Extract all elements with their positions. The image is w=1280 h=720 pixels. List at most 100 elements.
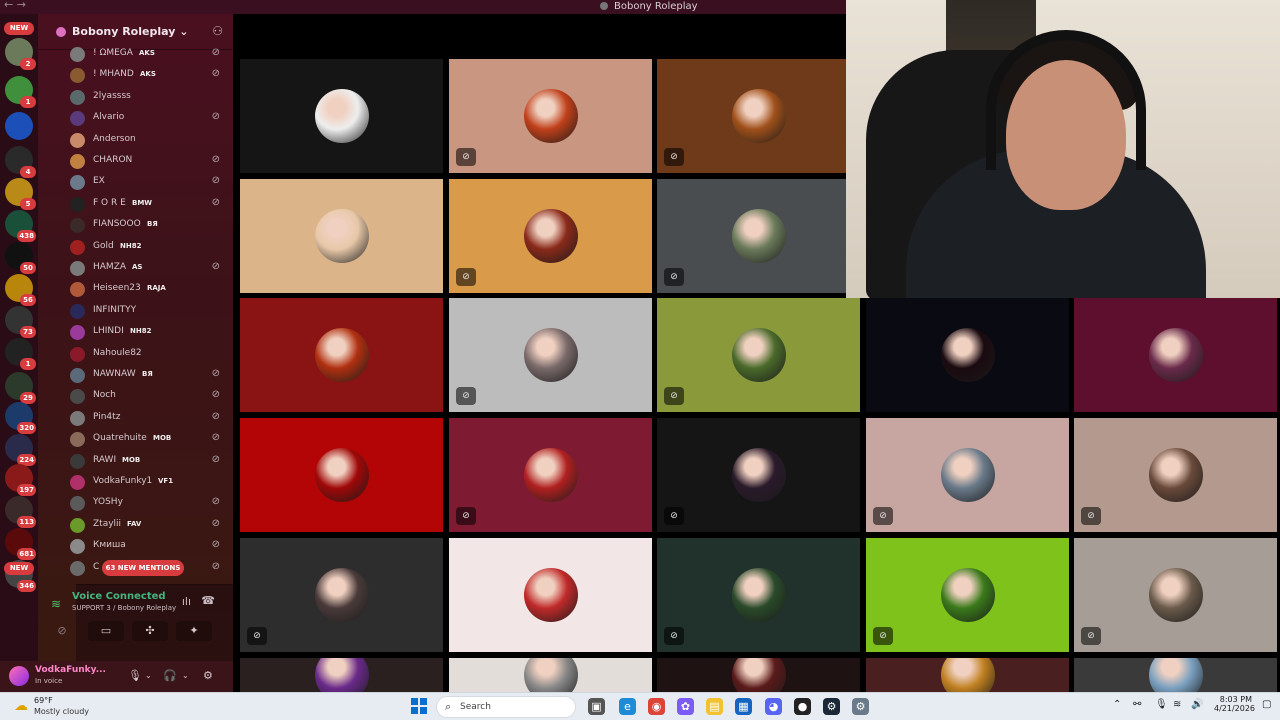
participant-tile[interactable] xyxy=(1074,298,1277,412)
voice-member[interactable]: ! MHAND AKS ⊘ xyxy=(68,65,228,85)
voice-member[interactable]: FIANSOOO BЯ xyxy=(68,215,228,235)
soundboard-icon[interactable]: ✦ xyxy=(176,621,212,641)
unread-badge: 56 xyxy=(20,294,36,306)
participant-tile[interactable]: ⊘ xyxy=(240,538,443,652)
chevron-down-icon[interactable]: ⌄ xyxy=(182,671,189,680)
notification-icon[interactable]: ▢ xyxy=(1262,699,1271,710)
screen: ← → Bobony Roleplay NEW 2 1 4 5 438 50 56 73 1 29 3… xyxy=(0,0,1280,720)
participant-tile[interactable] xyxy=(240,179,443,293)
participant-tile[interactable]: ⊘ xyxy=(449,179,652,293)
voice-connected-label[interactable]: Voice Connected xyxy=(72,591,166,602)
task-view-icon[interactable]: ▣ xyxy=(588,698,605,715)
server-icon[interactable] xyxy=(5,112,33,140)
participant-tile[interactable] xyxy=(1074,658,1277,692)
voice-member[interactable]: EX ⊘ xyxy=(68,172,228,192)
noise-suppression-icon[interactable]: ılı xyxy=(182,595,191,608)
participant-tile[interactable]: ⊘ xyxy=(657,538,860,652)
new-badge[interactable]: NEW xyxy=(4,562,34,575)
muted-mic-icon: ⊘ xyxy=(664,387,684,405)
mute-icon: ⊘ xyxy=(211,517,220,529)
new-badge[interactable]: NEW xyxy=(4,22,34,35)
discord-icon[interactable]: ◕ xyxy=(765,698,782,715)
participant-tile[interactable] xyxy=(657,658,860,692)
headphones-icon[interactable]: 🎧 xyxy=(163,669,177,682)
voice-member[interactable]: F O R E BMW ⊘ xyxy=(68,194,228,214)
participant-tile[interactable]: ⊘ xyxy=(449,298,652,412)
voice-member[interactable]: VodkaFunky1 VF1 xyxy=(68,472,228,492)
disconnect-icon[interactable]: ☎ xyxy=(201,594,215,607)
edge-icon[interactable]: e xyxy=(619,698,636,715)
network-icon[interactable]: ⚯ xyxy=(1133,699,1141,710)
participant-tile[interactable]: ⊘ xyxy=(1074,418,1277,532)
participant-tile[interactable]: ⊘ xyxy=(1074,538,1277,652)
steam-icon[interactable]: ⚙ xyxy=(823,698,840,715)
voice-member[interactable]: INFINITYY xyxy=(68,301,228,321)
voice-member[interactable]: ! ΩMEGA AKS ⊘ xyxy=(68,44,228,64)
voice-member[interactable]: Quatrehuite MOB ⊘ xyxy=(68,429,228,449)
store-icon[interactable]: ▦ xyxy=(735,698,752,715)
server-name[interactable]: Bobony Roleplay ⌄ xyxy=(72,25,188,38)
voice-member[interactable]: 2lyassss xyxy=(68,87,228,107)
copilot-icon[interactable]: ✿ xyxy=(677,698,694,715)
new-mentions-pill[interactable]: 63 NEW MENTIONS xyxy=(102,560,184,576)
avatar[interactable] xyxy=(9,666,29,686)
voice-member[interactable]: Noch ⊘ xyxy=(68,386,228,406)
chevron-down-icon[interactable]: ⌄ xyxy=(145,671,152,680)
participant-tile[interactable]: ⊘ xyxy=(449,59,652,173)
participant-tile[interactable]: ⊘ xyxy=(866,418,1069,532)
obs-icon[interactable]: ● xyxy=(794,698,811,715)
voice-member[interactable]: Gold NH82 xyxy=(68,237,228,257)
participant-tile[interactable] xyxy=(449,658,652,692)
voice-member[interactable]: NAWNAW BЯ ⊘ xyxy=(68,365,228,385)
muted-mic-icon: ⊘ xyxy=(247,627,267,645)
wifi-icon[interactable]: ≋ xyxy=(1173,699,1181,710)
voice-member[interactable]: Pin4tz ⊘ xyxy=(68,408,228,428)
chevron-up-icon[interactable]: ⌃ xyxy=(1113,699,1121,710)
participant-tile[interactable]: ⊘ xyxy=(866,538,1069,652)
participant-tile[interactable] xyxy=(240,298,443,412)
participant-tile[interactable] xyxy=(866,298,1069,412)
mic-tray-icon[interactable]: 🎙 xyxy=(1155,699,1168,710)
volume-icon[interactable]: 🔊 xyxy=(1191,699,1203,710)
microphone-icon[interactable]: 🎙 xyxy=(128,669,142,682)
username[interactable]: VodkaFunky... xyxy=(35,665,106,675)
chrome-icon[interactable]: ◉ xyxy=(648,698,665,715)
participant-tile[interactable]: ⊘ xyxy=(449,418,652,532)
file-explorer-icon[interactable]: ▤ xyxy=(706,698,723,715)
voice-member[interactable]: Кмиша ⊘ xyxy=(68,536,228,556)
unread-badge: 438 xyxy=(17,230,36,242)
gear-icon[interactable]: ⚙ xyxy=(203,669,213,682)
back-forward-icon[interactable]: ← → xyxy=(4,0,26,11)
participant-tile[interactable]: ⊘ xyxy=(657,418,860,532)
clock[interactable]: 8:03 PM 4/21/2026 xyxy=(1214,695,1255,713)
screen-share-icon[interactable]: ▭ xyxy=(88,621,124,641)
participant-tile[interactable]: ⊘ xyxy=(657,179,860,293)
voice-member[interactable]: RAWI MOB ⊘ xyxy=(68,451,228,471)
voice-channel-label[interactable]: SUPPORT 3 / Bobony Roleplay xyxy=(72,604,176,612)
member-name: RAWI xyxy=(93,454,117,465)
participant-tile[interactable] xyxy=(866,658,1069,692)
activities-icon[interactable]: ✣ xyxy=(132,621,168,641)
voice-member[interactable]: Alvario ⊘ xyxy=(68,108,228,128)
start-icon[interactable] xyxy=(411,698,427,714)
add-person-icon[interactable]: ⚇ xyxy=(212,24,223,38)
voice-member[interactable]: Anderson xyxy=(68,130,228,150)
taskbar-search[interactable]: ⌕ Search xyxy=(436,696,576,718)
voice-member[interactable]: Ztaylii FAV ⊘ xyxy=(68,515,228,535)
participant-tile[interactable] xyxy=(240,418,443,532)
participant-tile[interactable]: ⊘ xyxy=(657,298,860,412)
participant-avatar xyxy=(314,328,369,382)
signal-icon[interactable]: ≋ xyxy=(51,597,61,611)
voice-member[interactable]: YOSHy ⊘ xyxy=(68,493,228,513)
camera-off-icon[interactable]: ⊘ xyxy=(44,621,80,641)
participant-tile[interactable]: ⊘ xyxy=(657,59,860,173)
participant-tile[interactable] xyxy=(240,658,443,692)
voice-member[interactable]: Nahoule82 xyxy=(68,344,228,364)
settings-icon[interactable]: ⚙ xyxy=(852,698,869,715)
voice-member[interactable]: HAMZA AS ⊘ xyxy=(68,258,228,278)
voice-member[interactable]: CHARON ⊘ xyxy=(68,151,228,171)
voice-member[interactable]: LHINDI NH82 xyxy=(68,322,228,342)
participant-tile[interactable] xyxy=(240,59,443,173)
voice-member[interactable]: Heiseen23 RAJA xyxy=(68,279,228,299)
participant-tile[interactable] xyxy=(449,538,652,652)
